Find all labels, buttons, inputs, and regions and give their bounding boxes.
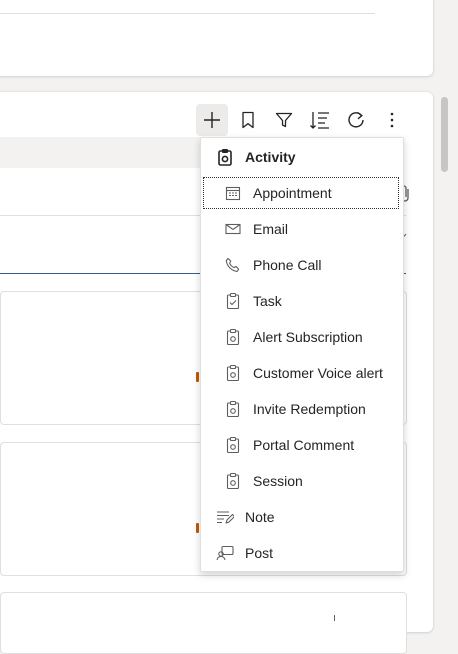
filter-icon: [275, 112, 293, 128]
bookmark-button[interactable]: [232, 104, 264, 136]
clipboard-activity-icon: [223, 327, 243, 347]
refresh-button[interactable]: [340, 104, 372, 136]
sort-icon: [310, 112, 329, 129]
menu-item-phone-call[interactable]: Phone Call: [223, 249, 322, 281]
clipboard-activity-icon: [215, 147, 235, 167]
calendar-icon: [223, 183, 243, 203]
timeline-toolbar: [196, 104, 410, 136]
more-icon: [390, 112, 394, 128]
menu-item-post[interactable]: Post: [215, 537, 273, 569]
post-icon: [215, 543, 235, 563]
clipboard-activity-icon: [223, 471, 243, 491]
menu-item-task[interactable]: Task: [223, 285, 282, 317]
clipboard-activity-icon: [223, 435, 243, 455]
menu-item-email[interactable]: Email: [223, 213, 288, 245]
add-icon: [204, 112, 220, 128]
menu-header-activity: Activity: [215, 141, 296, 173]
clipboard-activity-icon: [223, 399, 243, 419]
menu-item-invite-redemption[interactable]: Invite Redemption: [223, 393, 366, 425]
task-icon: [223, 291, 243, 311]
new-activity-menu: Activity Appointment Email Phone Call Ta…: [200, 137, 404, 572]
note-icon: [215, 507, 235, 527]
top-card: [0, 0, 433, 76]
scrollbar-thumb[interactable]: [441, 97, 448, 172]
filter-button[interactable]: [268, 104, 300, 136]
phone-icon: [223, 255, 243, 275]
refresh-icon: [348, 111, 364, 128]
menu-item-note[interactable]: Note: [215, 501, 275, 533]
status-mark: [196, 372, 199, 382]
clipboard-activity-icon: [223, 363, 243, 383]
timeline-record[interactable]: [0, 592, 407, 654]
menu-item-appointment[interactable]: Appointment: [203, 177, 399, 209]
bookmark-icon: [242, 111, 254, 129]
menu-item-portal-comment[interactable]: Portal Comment: [223, 429, 354, 461]
menu-item-alert-subscription[interactable]: Alert Subscription: [223, 321, 363, 353]
more-options-button[interactable]: [376, 104, 408, 136]
sort-button[interactable]: [304, 104, 336, 136]
add-button[interactable]: [196, 104, 228, 136]
divider: [0, 13, 375, 14]
menu-item-session[interactable]: Session: [223, 465, 303, 497]
status-mark: [196, 523, 199, 533]
divider: [334, 615, 335, 621]
mail-icon: [223, 219, 243, 239]
menu-item-customer-voice-alert[interactable]: Customer Voice alert: [223, 357, 383, 389]
